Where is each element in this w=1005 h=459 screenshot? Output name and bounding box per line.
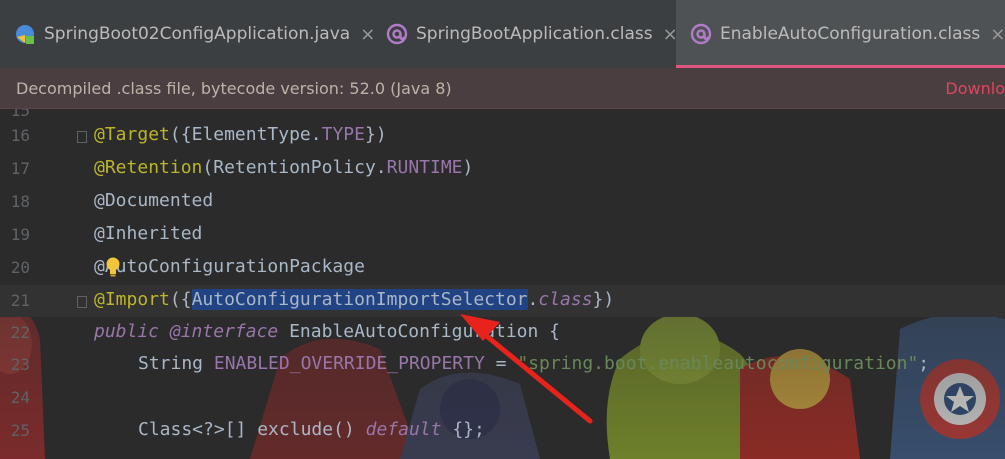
code-editor[interactable]: 15 16 17 18 19 20 21 22 23 24 25 @Target… (0, 109, 1005, 459)
decompiled-notice-text: Decompiled .class file, bytecode version… (16, 78, 452, 98)
line-number: 18 (10, 192, 30, 211)
line-number: 24 (10, 388, 30, 407)
fold-marker-icon[interactable] (77, 131, 87, 143)
close-icon[interactable]: × (990, 24, 1005, 45)
lightbulb-icon[interactable] (104, 256, 122, 278)
java-class-icon (14, 23, 36, 45)
editor-tab-bar: SpringBoot02ConfigApplication.java × Spr… (0, 0, 1005, 68)
code-line-25: Class<?>[] exclude() default {}; (138, 419, 485, 440)
annotation-class-icon (690, 23, 712, 45)
line-number: 22 (10, 323, 30, 342)
line-number: 21 (10, 291, 30, 310)
tab-label: EnableAutoConfiguration.class (720, 24, 981, 44)
tab-label: SpringBootApplication.class (416, 24, 653, 44)
line-number: 15 (10, 109, 30, 120)
line-number: 23 (10, 355, 30, 374)
line-number: 16 (10, 126, 30, 145)
fold-marker-icon[interactable] (77, 296, 87, 308)
tab-springboot02configapplication[interactable]: SpringBoot02ConfigApplication.java × (0, 0, 375, 68)
code-line-18: @Documented (94, 190, 214, 211)
selected-text: AutoConfigurationImportSelector (191, 289, 528, 310)
decompiled-notice-bar: Decompiled .class file, bytecode version… (0, 68, 1005, 109)
line-number: 17 (10, 159, 30, 178)
code-line-16: @Target({ElementType.TYPE}) (94, 124, 387, 145)
tab-springbootapplication[interactable]: SpringBootApplication.class × (372, 0, 678, 68)
line-number: 25 (10, 421, 30, 440)
download-sources-link[interactable]: Downlo (945, 79, 1005, 98)
tab-label: SpringBoot02ConfigApplication.java (44, 24, 351, 44)
annotation-class-icon (386, 23, 408, 45)
line-number: 20 (10, 258, 30, 277)
code-line-23: String ENABLED_OVERRIDE_PROPERTY = "spri… (138, 353, 930, 374)
code-line-20: @AutoConfigurationPackage (94, 256, 365, 277)
code-line-22: public @interface EnableAutoConfiguratio… (94, 321, 561, 342)
line-number-gutter: 15 16 17 18 19 20 21 22 23 24 25 (0, 109, 62, 459)
code-line-21: @Import({AutoConfigurationImportSelector… (94, 289, 615, 310)
line-number: 19 (10, 225, 30, 244)
tab-enableautoconfiguration[interactable]: EnableAutoConfiguration.class × (676, 0, 1005, 68)
code-line-17: @Retention(RetentionPolicy.RUNTIME) (94, 157, 474, 178)
code-line-19: @Inherited (94, 223, 203, 244)
